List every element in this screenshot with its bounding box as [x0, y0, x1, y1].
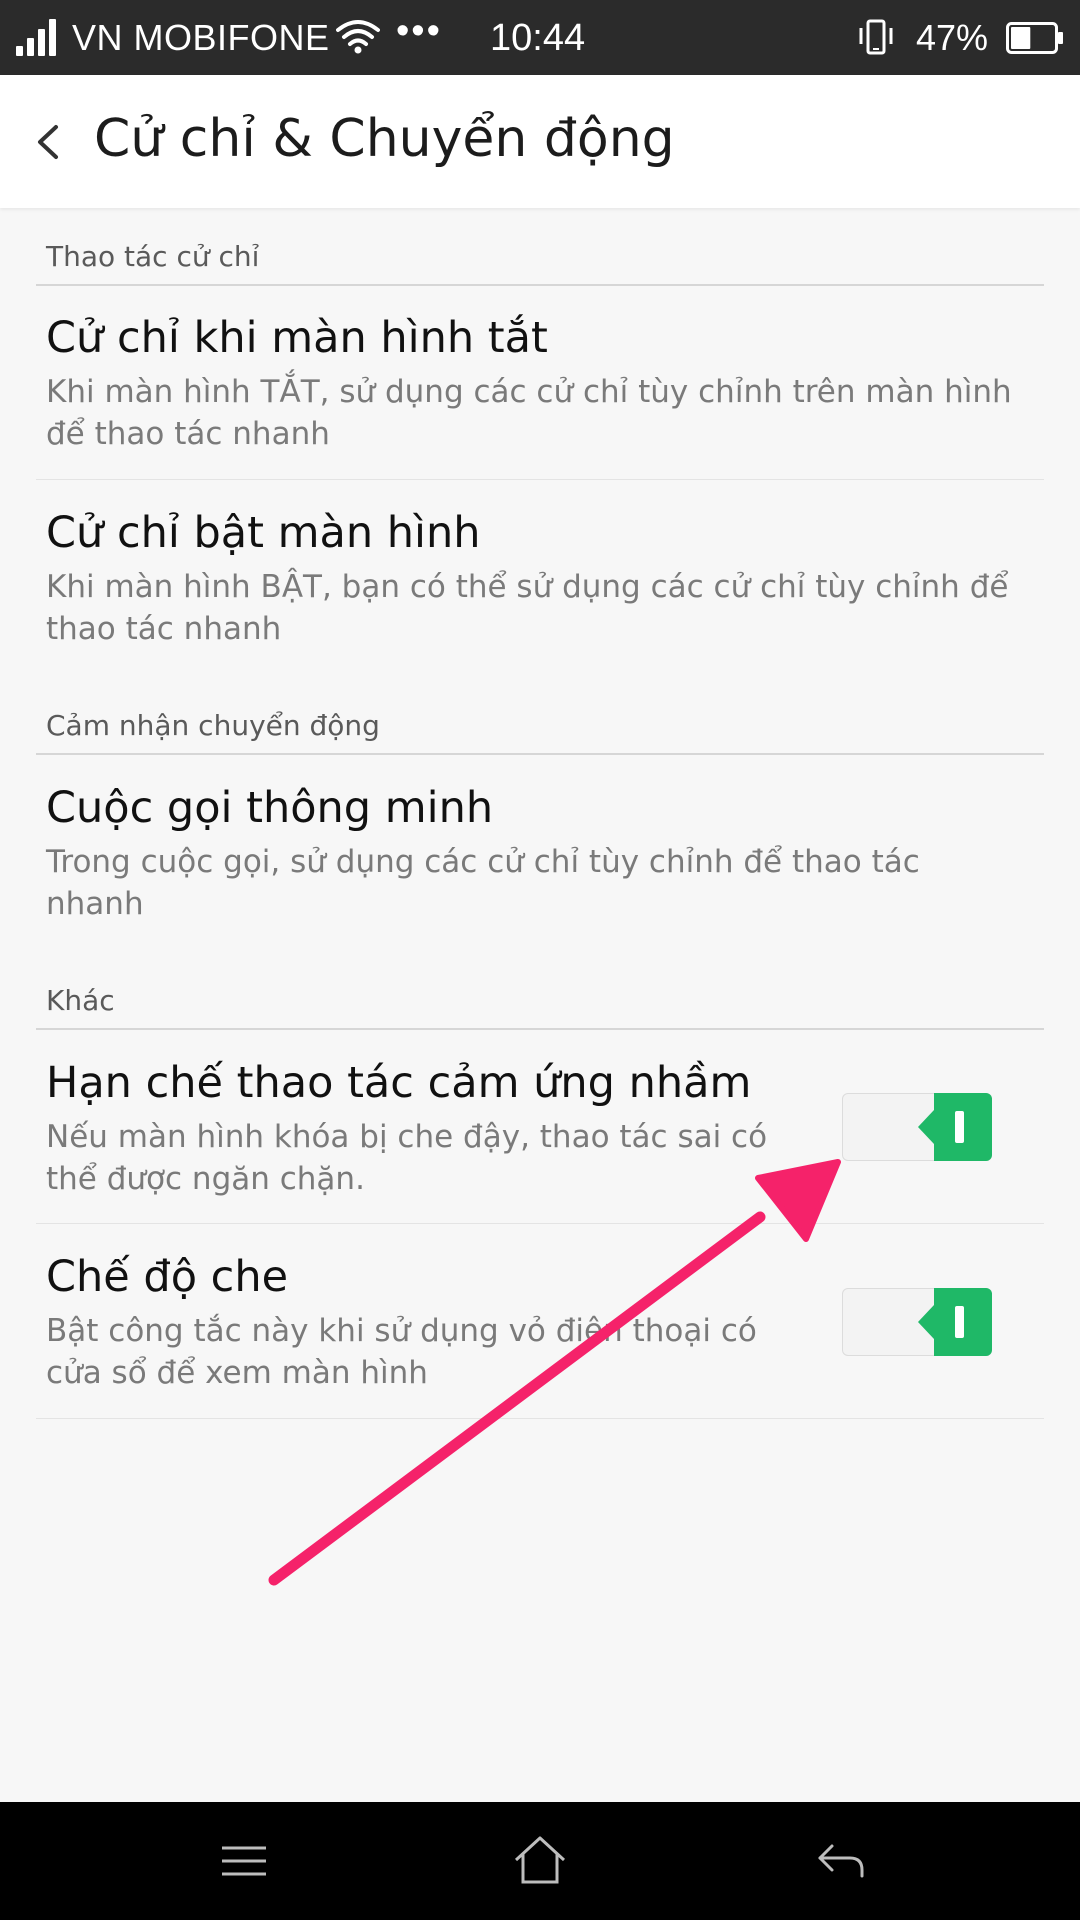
- setting-item-cover-mode[interactable]: Chế độ che Bật công tắc này khi sử dụng …: [0, 1252, 1080, 1417]
- toggle-knob: [918, 1288, 992, 1356]
- cover-mode-toggle[interactable]: [842, 1288, 992, 1356]
- prevent-accidental-touch-toggle[interactable]: [842, 1093, 992, 1161]
- setting-item-screen-on-gestures[interactable]: Cử chỉ bật màn hình Khi màn hình BẬT, bạ…: [0, 508, 1080, 673]
- battery-icon: [1006, 22, 1063, 54]
- setting-item-smart-call[interactable]: Cuộc gọi thông minh Trong cuộc gọi, sử d…: [0, 783, 1080, 953]
- setting-description: Trong cuộc gọi, sử dụng các cử chỉ tùy c…: [46, 844, 920, 922]
- setting-title: Chế độ che: [46, 1252, 289, 1302]
- app-header: Cử chỉ & Chuyển động: [0, 75, 1080, 208]
- item-divider: [36, 479, 1044, 480]
- setting-description: Khi màn hình BẬT, bạn có thể sử dụng các…: [46, 569, 1009, 647]
- section-divider: [36, 1028, 1044, 1030]
- home-icon[interactable]: [504, 1826, 576, 1896]
- item-divider: [36, 1418, 1044, 1419]
- setting-item-screen-off-gestures[interactable]: Cử chỉ khi màn hình tắt Khi màn hình TẮT…: [0, 313, 1080, 478]
- annotation-arrow: [268, 1159, 841, 1586]
- section-divider: [36, 284, 1044, 286]
- wifi-icon: [336, 20, 380, 54]
- status-time: 10:44: [490, 17, 586, 59]
- more-notifications-indicator: •••: [396, 10, 442, 52]
- setting-title: Hạn chế thao tác cảm ứng nhầm: [46, 1058, 752, 1108]
- setting-title: Cuộc gọi thông minh: [46, 783, 494, 833]
- setting-title: Cử chỉ bật màn hình: [46, 508, 481, 558]
- setting-description: Nếu màn hình khóa bị che đậy, thao tác s…: [46, 1119, 768, 1197]
- carrier-name: VN MOBIFONE: [72, 17, 330, 58]
- navigation-bar: [0, 1802, 1080, 1920]
- section-header-other: Khác: [46, 984, 115, 1017]
- setting-item-prevent-accidental-touch[interactable]: Hạn chế thao tác cảm ứng nhầm Nếu màn hì…: [0, 1058, 1080, 1223]
- setting-description: Bật công tắc này khi sử dụng vỏ điện tho…: [46, 1313, 757, 1391]
- signal-icon: [16, 18, 64, 56]
- toggle-knob: [918, 1093, 992, 1161]
- setting-description: Khi màn hình TẮT, sử dụng các cử chỉ tùy…: [46, 374, 1012, 452]
- chevron-left-icon[interactable]: [24, 107, 80, 177]
- section-header-gestures: Thao tác cử chỉ: [46, 240, 260, 273]
- section-header-motion: Cảm nhận chuyển động: [46, 709, 380, 742]
- battery-percent: 47%: [916, 17, 989, 58]
- page-title: Cử chỉ & Chuyển động: [94, 109, 675, 169]
- status-bar: VN MOBIFONE ••• 10:44 47%: [0, 0, 1080, 75]
- item-divider: [36, 1223, 1044, 1224]
- menu-icon[interactable]: [208, 1826, 280, 1896]
- vibrate-icon: [859, 19, 893, 55]
- setting-title: Cử chỉ khi màn hình tắt: [46, 313, 548, 363]
- section-divider: [36, 753, 1044, 755]
- back-icon[interactable]: [804, 1826, 876, 1896]
